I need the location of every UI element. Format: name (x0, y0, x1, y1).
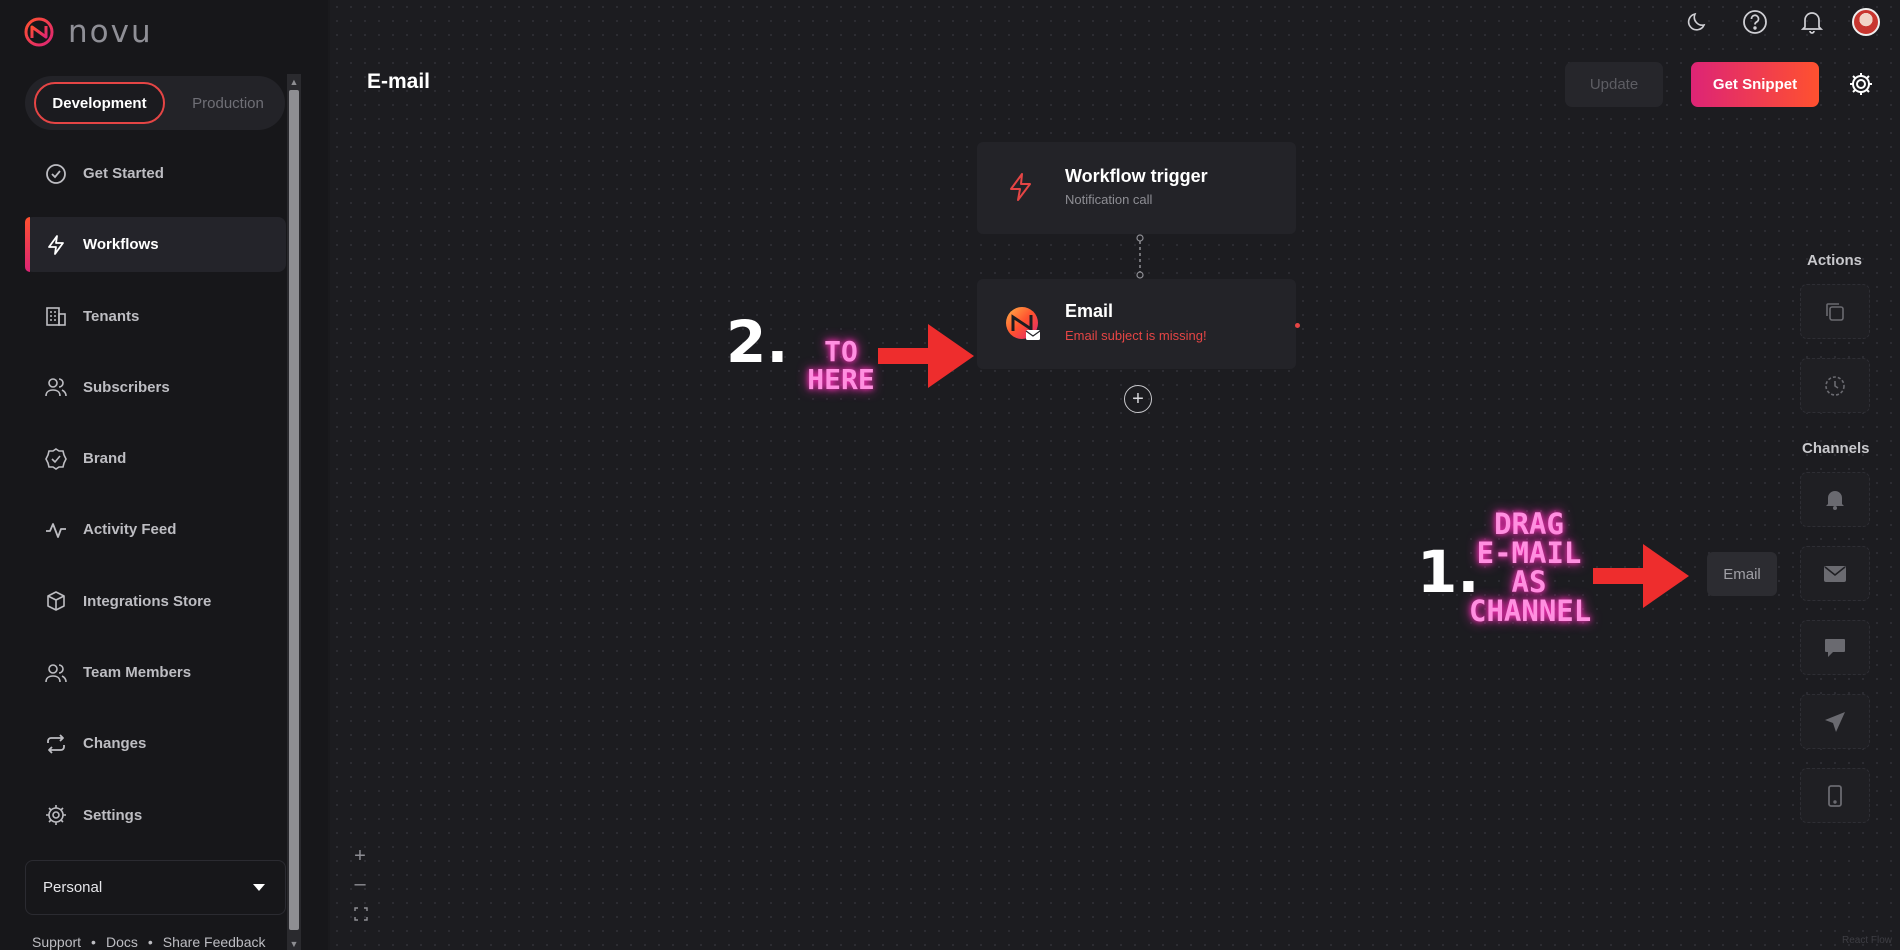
novu-email-channel-icon (1006, 307, 1041, 340)
zoom-in-button[interactable]: + (352, 845, 368, 868)
users-icon (45, 662, 67, 684)
logo-text: novu (68, 14, 153, 50)
chat-bubble-icon (1825, 638, 1845, 657)
email-node-error: Email subject is missing! (1065, 328, 1207, 343)
sidebar-footer-links: Support • Docs • Share Feedback (32, 934, 266, 950)
users-icon (45, 376, 67, 398)
add-step-button[interactable]: + (1124, 385, 1152, 413)
error-indicator-dot (1295, 323, 1300, 328)
sidebar-item-subscribers[interactable]: Subscribers (25, 360, 286, 415)
sidebar-item-label: Changes (83, 735, 147, 753)
sidebar-item-label: Integrations Store (83, 592, 212, 610)
scrollbar-thumb[interactable] (289, 90, 299, 930)
workflow-trigger-node[interactable]: Workflow trigger Notification call (977, 142, 1296, 234)
bell-icon (1826, 490, 1844, 510)
moon-icon[interactable] (1681, 8, 1715, 36)
email-channel-tile[interactable] (1800, 546, 1870, 601)
annotation-step1-text: DRAG E-MAIL AS CHANNEL (1469, 507, 1592, 628)
email-node-title: Email (1065, 301, 1114, 321)
check-circle-icon (45, 163, 67, 185)
annotation-step2-number: 2. (726, 308, 789, 376)
logo[interactable]: novu (24, 14, 153, 50)
sidebar-item-label: Settings (83, 806, 143, 824)
scroll-up-arrow-icon[interactable]: ▲ (289, 76, 299, 88)
sidebar-item-tenants[interactable]: Tenants (25, 289, 286, 344)
sidebar-scrollbar[interactable]: ▲ ▼ (287, 74, 301, 950)
sidebar-item-workflows[interactable]: Workflows (25, 217, 286, 273)
annotation-arrow-right-icon (1593, 544, 1689, 608)
copy-stack-icon (1826, 302, 1844, 321)
workflow-settings-gear-icon[interactable] (1847, 70, 1875, 98)
bolt-icon (1010, 173, 1031, 201)
delay-action-tile[interactable] (1800, 358, 1870, 413)
sidebar-item-team-members[interactable]: Team Members (25, 645, 286, 700)
sidebar-item-label: Activity Feed (83, 521, 177, 539)
dragged-email-channel[interactable]: Email (1707, 552, 1777, 596)
repeat-icon (45, 733, 67, 755)
actions-label: Actions (1807, 252, 1863, 269)
sidebar-item-label: Team Members (83, 664, 192, 682)
footer-separator: • (147, 934, 153, 950)
organization-select-value: Personal (43, 879, 103, 896)
bell-icon[interactable] (1795, 8, 1829, 36)
timer-icon (1825, 375, 1845, 396)
organization-select[interactable]: Personal (25, 860, 286, 915)
docs-link[interactable]: Docs (106, 934, 138, 950)
share-feedback-link[interactable]: Share Feedback (163, 934, 266, 950)
paper-plane-icon (1825, 711, 1845, 732)
app-root: novu Development Production Get Started … (0, 0, 1900, 950)
sidebar-item-label: Brand (83, 450, 127, 468)
support-link[interactable]: Support (32, 934, 81, 950)
sidebar-item-integrations-store[interactable]: Integrations Store (25, 574, 286, 629)
push-channel-tile[interactable] (1800, 694, 1870, 749)
fit-view-icon[interactable] (354, 907, 368, 921)
sidebar-item-label: Get Started (83, 165, 164, 182)
environment-switch: Development Production (25, 76, 285, 130)
user-avatar[interactable] (1852, 8, 1880, 36)
bolt-icon (45, 234, 67, 256)
annotation-arrow-right-icon (878, 324, 974, 388)
sidebar-item-label: Tenants (83, 307, 140, 325)
sidebar-item-get-started[interactable]: Get Started (25, 146, 286, 201)
sidebar-item-label: Workflows (83, 236, 159, 254)
sidebar-item-brand[interactable]: Brand (25, 431, 286, 486)
page-title: E-mail (367, 70, 431, 93)
sidebar-item-activity-feed[interactable]: Activity Feed (25, 502, 286, 557)
envelope-icon (1824, 565, 1846, 582)
footer-separator: • (91, 934, 96, 950)
digest-action-tile[interactable] (1800, 284, 1870, 339)
chat-channel-tile[interactable] (1800, 620, 1870, 675)
sidebar-nav: Get Started Workflows Tenants Subscriber… (25, 146, 286, 859)
sidebar-item-settings[interactable]: Settings (25, 788, 286, 843)
trigger-node-subtitle: Notification call (1065, 192, 1153, 207)
building-icon (45, 305, 67, 327)
cube-icon (45, 590, 67, 612)
workflow-editor: E-mail Update Get Snippet Workflow trigg… (330, 0, 1900, 950)
env-production-button[interactable]: Production (173, 82, 283, 124)
get-snippet-button[interactable]: Get Snippet (1691, 62, 1819, 107)
react-flow-watermark[interactable]: React Flow (1842, 935, 1892, 946)
zoom-out-button[interactable]: – (352, 873, 368, 896)
gear-icon (45, 804, 67, 826)
caret-down-icon (253, 883, 265, 891)
email-step-node[interactable]: Email Email subject is missing! (977, 279, 1296, 369)
activity-icon (45, 519, 67, 541)
novu-logo-icon (24, 17, 54, 47)
node-connector (1136, 234, 1144, 279)
trigger-node-title: Workflow trigger (1065, 166, 1208, 186)
sidebar-item-changes[interactable]: Changes (25, 716, 286, 771)
mobile-phone-icon (1828, 784, 1842, 807)
sidebar: novu Development Production Get Started … (0, 0, 328, 950)
sidebar-item-label: Subscribers (83, 378, 170, 396)
topbar-icons (1681, 8, 1880, 36)
env-development-button[interactable]: Development (34, 82, 165, 124)
update-button[interactable]: Update (1565, 62, 1663, 107)
help-icon[interactable] (1738, 8, 1772, 36)
scroll-down-arrow-icon[interactable]: ▼ (289, 938, 299, 950)
badge-check-icon (45, 447, 67, 470)
sms-channel-tile[interactable] (1800, 768, 1870, 823)
channels-label: Channels (1802, 440, 1870, 457)
in-app-channel-tile[interactable] (1800, 472, 1870, 527)
